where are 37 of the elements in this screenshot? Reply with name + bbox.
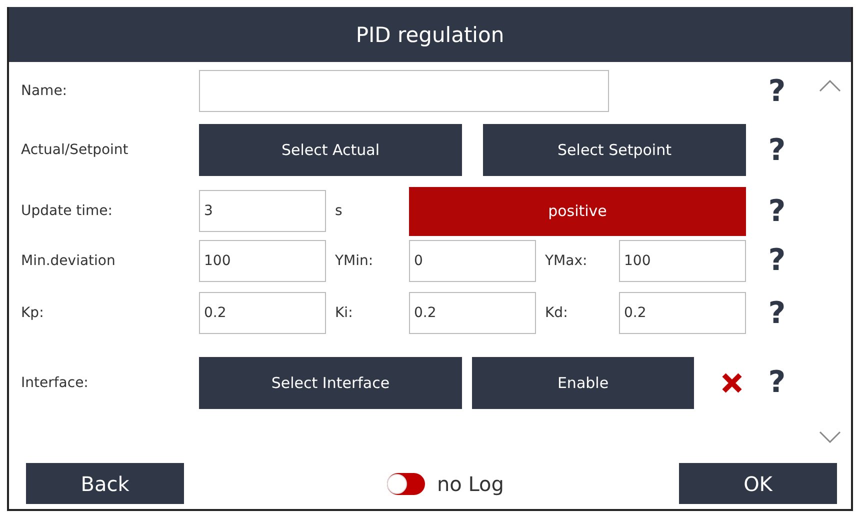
help-button[interactable]: ?: [746, 365, 808, 400]
scroll-down-icon[interactable]: [818, 431, 840, 443]
help-button[interactable]: ?: [746, 132, 808, 168]
help-button[interactable]: ?: [746, 74, 808, 108]
select-button[interactable]: Select Interface: [199, 356, 462, 408]
input-field[interactable]: 100: [619, 240, 746, 282]
field-label: Update time:: [21, 203, 114, 219]
field-label: Min.deviation: [21, 252, 116, 268]
field-label: YMax:: [544, 252, 588, 268]
log-toggle[interactable]: [387, 472, 425, 494]
input-field[interactable]: 0.2: [409, 292, 536, 334]
ok-button[interactable]: OK: [679, 463, 837, 504]
log-label: no Log: [437, 472, 504, 496]
field-label: Interface:: [21, 374, 90, 390]
select-button[interactable]: Select Setpoint: [483, 124, 746, 176]
back-button[interactable]: Back: [26, 463, 184, 504]
help-button[interactable]: ?: [746, 296, 808, 330]
field-label: YMin:: [334, 252, 374, 268]
input-field[interactable]: 3: [199, 190, 326, 232]
field-label: Ki:: [334, 305, 354, 321]
input-field[interactable]: 0.2: [619, 292, 746, 334]
field-label: Actual/Setpoint: [21, 142, 130, 158]
field-label: Kp:: [21, 305, 45, 321]
field-label: s: [334, 203, 344, 219]
direction-button[interactable]: positive: [409, 186, 746, 236]
window-title: PID regulation: [9, 7, 851, 62]
help-button[interactable]: ?: [746, 243, 808, 278]
input-field[interactable]: 100: [199, 240, 326, 282]
input-field[interactable]: 0: [409, 240, 536, 282]
field-label: Name:: [21, 83, 68, 99]
field-label: Kd:: [544, 305, 569, 321]
help-button[interactable]: ?: [746, 194, 808, 228]
select-button[interactable]: Select Actual: [199, 124, 462, 176]
input-field[interactable]: 0.2: [199, 292, 326, 334]
scroll-up-icon[interactable]: [818, 80, 840, 92]
input-field[interactable]: [199, 70, 609, 112]
select-button[interactable]: Enable: [472, 356, 694, 408]
